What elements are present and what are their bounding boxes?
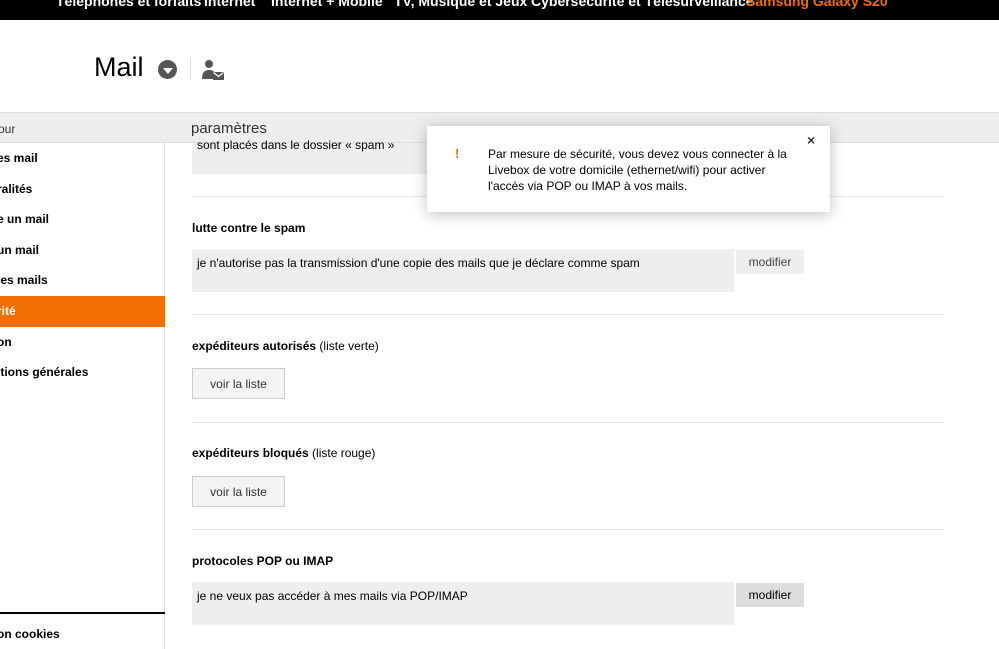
sidebar-item-receive-mail[interactable]: un mail	[0, 235, 165, 266]
spam-setting-box: je n'autorise pas la transmission d'une …	[192, 249, 734, 292]
spam-section-title: lutte contre le spam	[192, 221, 306, 235]
sidebar-item-label: ralités	[0, 182, 33, 196]
sidebar-item-security[interactable]: rité	[0, 296, 165, 327]
nav-item-tv[interactable]: TV, Musique et Jeux	[394, 0, 527, 9]
sidebar-item-option[interactable]: on	[0, 327, 165, 358]
spam-setting-value: je n'autorise pas la transmission d'une …	[197, 256, 640, 270]
view-blocked-list-button[interactable]: voir la liste	[192, 476, 285, 507]
sidebar-item-general[interactable]: ralités	[0, 174, 165, 205]
sidebar-item-manage-mails[interactable]: les mails	[0, 265, 165, 296]
warning-icon: !	[455, 146, 460, 161]
sidebar-divider	[0, 612, 165, 614]
sidebar-item-label: les mails	[0, 273, 48, 287]
blocked-senders-label: expéditeurs bloqués	[192, 446, 309, 460]
sidebar-item-label: un mail	[0, 243, 40, 257]
allowed-senders-title: expéditeurs autorisés (liste verte)	[192, 339, 379, 353]
section-divider	[192, 529, 944, 530]
header-separator	[190, 58, 191, 80]
protocols-setting-value: je ne veux pas accéder à mes mails via P…	[197, 589, 468, 603]
protocols-section-title: protocoles POP ou IMAP	[192, 554, 334, 568]
back-link[interactable]: our	[0, 122, 15, 136]
sidebar-item-label: es mail	[0, 151, 38, 165]
sidebar-item-write-mail[interactable]: e un mail	[0, 204, 165, 235]
sidebar: es mail ralités e un mail un mail les ma…	[0, 143, 165, 649]
chevron-down-icon[interactable]	[158, 60, 177, 79]
section-divider	[192, 422, 944, 423]
sidebar-item-mails[interactable]: es mail	[0, 143, 165, 174]
section-divider	[192, 314, 944, 315]
app-title: Mail	[94, 52, 144, 82]
cookie-settings-link[interactable]: on cookies	[0, 627, 60, 641]
nav-item-promo[interactable]: Samsung Galaxy S20	[746, 0, 888, 9]
popup-message: Par mesure de sécurité, vous devez vous …	[488, 147, 787, 193]
security-popup: ! Par mesure de sécurité, vous devez vou…	[427, 126, 830, 212]
sidebar-item-label: itions générales	[0, 365, 89, 379]
nav-item-internet-mobile[interactable]: Internet + Mobile	[271, 0, 383, 9]
protocols-setting-box: je ne veux pas accéder à mes mails via P…	[192, 582, 734, 625]
blocked-senders-subtitle: (liste rouge)	[312, 446, 376, 460]
nav-item-cybersecurity[interactable]: Cybersécurité et Télésurveillance	[531, 0, 754, 9]
allowed-senders-subtitle: (liste verte)	[319, 339, 379, 353]
sidebar-item-label: e un mail	[0, 212, 50, 226]
close-icon[interactable]: ×	[807, 132, 815, 148]
sidebar-item-label: on	[0, 335, 12, 349]
sidebar-item-label: rité	[0, 304, 16, 318]
blocked-senders-title: expéditeurs bloqués (liste rouge)	[192, 446, 375, 460]
allowed-senders-label: expéditeurs autorisés	[192, 339, 317, 353]
nav-item-internet[interactable]: Internet	[204, 0, 255, 9]
spam-folder-text: sont placés dans le dossier « spam »	[197, 138, 395, 152]
view-allowed-list-button[interactable]: voir la liste	[192, 368, 285, 399]
top-navigation: Téléphones et forfaits Internet Internet…	[0, 0, 999, 20]
modify-protocols-button[interactable]: modifier	[736, 583, 804, 607]
modify-spam-button[interactable]: modifier	[736, 250, 804, 274]
contact-mail-icon[interactable]	[200, 57, 226, 83]
section-title: paramètres	[191, 120, 267, 137]
nav-item-phones[interactable]: Téléphones et forfaits	[56, 0, 201, 9]
sidebar-item-terms[interactable]: itions générales	[0, 357, 165, 388]
